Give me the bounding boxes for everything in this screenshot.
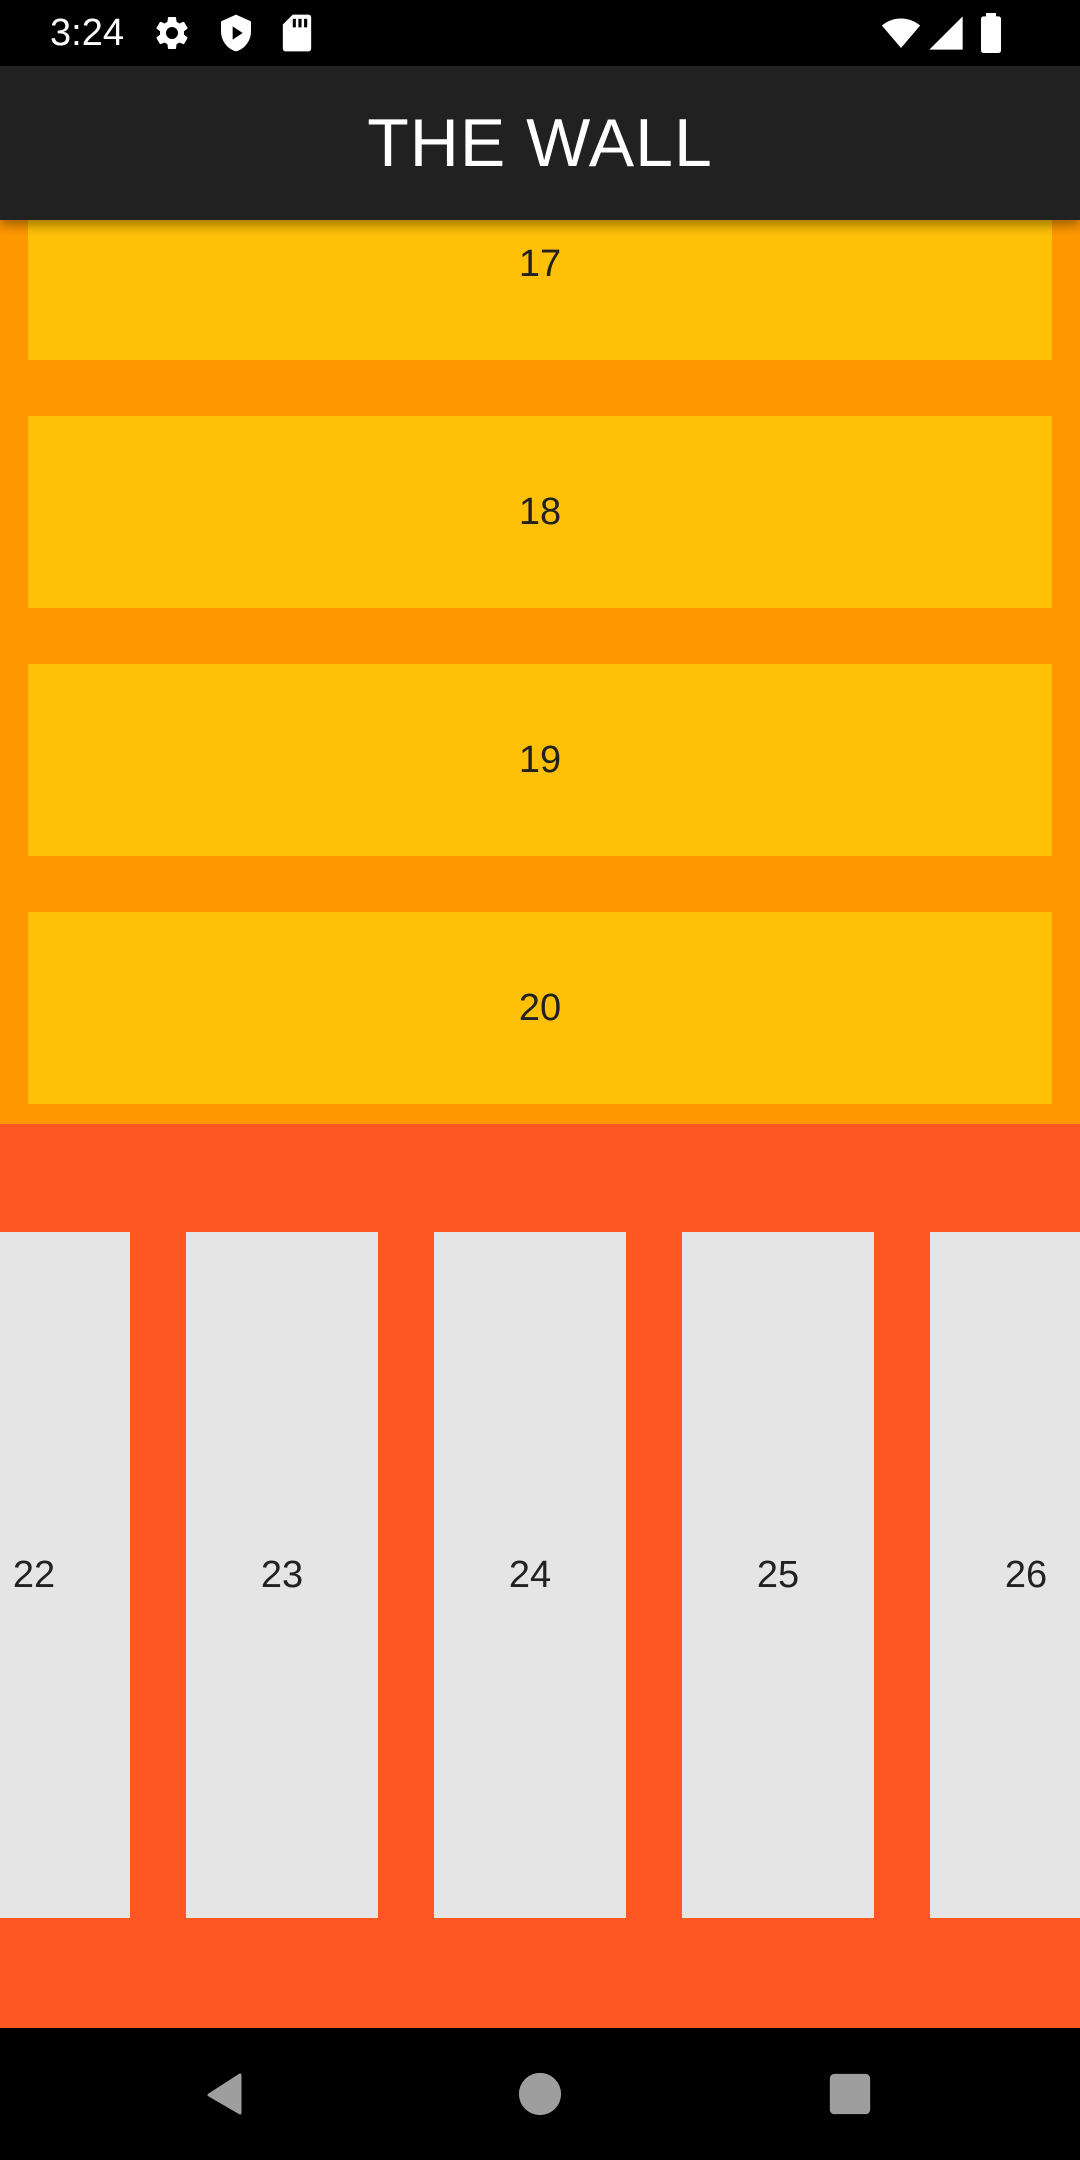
list-item-label: 25 bbox=[756, 1553, 800, 1596]
horizontal-list[interactable]: 22 23 24 25 26 bbox=[0, 1124, 1080, 2028]
list-item[interactable]: 17 bbox=[28, 220, 1052, 360]
recents-button[interactable] bbox=[820, 2064, 880, 2124]
list-item[interactable]: 18 bbox=[28, 416, 1052, 608]
battery-icon bbox=[981, 13, 1001, 53]
status-time: 3:24 bbox=[50, 12, 124, 54]
list-item[interactable]: 19 bbox=[28, 664, 1052, 856]
sd-card-icon bbox=[282, 14, 312, 52]
navigation-bar bbox=[0, 2028, 1080, 2160]
status-bar: 3:24 bbox=[0, 0, 1080, 66]
home-icon bbox=[518, 2072, 562, 2116]
list-item-label: 17 bbox=[518, 242, 562, 285]
back-icon bbox=[207, 2073, 242, 2115]
phone-screen: 3:24 THE WALL 17 18 19 20 22 23 24 25 26 bbox=[0, 0, 1080, 2160]
list-item[interactable]: 26 bbox=[930, 1232, 1080, 1918]
list-item-label: 23 bbox=[260, 1553, 304, 1596]
list-item-label: 20 bbox=[518, 986, 562, 1029]
back-button[interactable] bbox=[196, 2064, 256, 2124]
list-item-label: 18 bbox=[518, 490, 562, 533]
list-item-label: 22 bbox=[12, 1553, 56, 1596]
list-item[interactable]: 24 bbox=[434, 1232, 626, 1918]
vertical-list[interactable]: 17 18 19 20 bbox=[0, 220, 1080, 1124]
list-item[interactable]: 20 bbox=[28, 912, 1052, 1104]
home-button[interactable] bbox=[510, 2064, 570, 2124]
app-bar: THE WALL bbox=[0, 66, 1080, 220]
app-title: THE WALL bbox=[367, 105, 713, 181]
cell-signal-icon bbox=[929, 16, 963, 50]
recents-icon bbox=[829, 2073, 871, 2115]
list-item-label: 19 bbox=[518, 738, 562, 781]
wifi-icon bbox=[881, 18, 921, 48]
list-item-label: 26 bbox=[1004, 1553, 1048, 1596]
shield-play-icon bbox=[221, 14, 251, 52]
list-item[interactable]: 25 bbox=[682, 1232, 874, 1918]
list-item-label: 24 bbox=[508, 1553, 552, 1596]
list-item[interactable]: 23 bbox=[186, 1232, 378, 1918]
gear-icon bbox=[156, 16, 188, 49]
list-item[interactable]: 22 bbox=[0, 1232, 130, 1918]
